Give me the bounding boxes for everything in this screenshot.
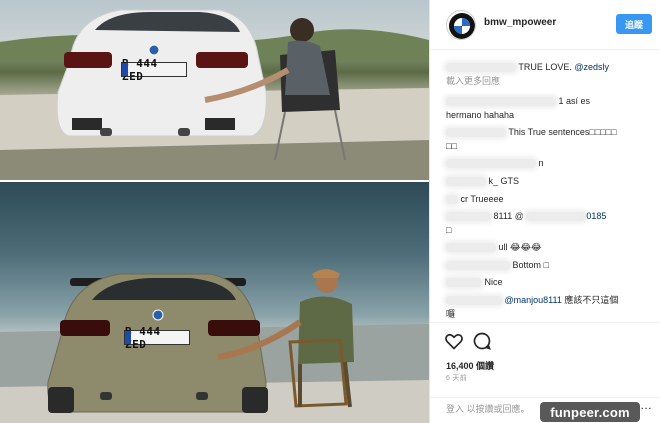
photo-top-white-car: B 444 ZED xyxy=(0,0,429,180)
list-item: @manjou8111 應該不只這個 xyxy=(446,294,656,307)
list-item: hermano hahaha xyxy=(446,110,515,120)
list-item: 1 así es xyxy=(446,95,656,108)
post-photo[interactable]: B 444 ZED B 444 ZED xyxy=(0,0,429,423)
comment-icon[interactable] xyxy=(472,331,492,351)
list-item: 8111 @ 0185 xyxy=(446,210,656,223)
white-car-scene xyxy=(0,9,429,180)
post-side-panel: bmw_mpoweer 追蹤 TRUE LOVE. @zedsly 載入更多回應… xyxy=(429,0,660,423)
plate-text-bottom: B 444 ZED xyxy=(125,324,161,351)
grey-car-scene xyxy=(0,269,429,423)
list-item: 囉 xyxy=(446,309,456,319)
follow-button[interactable]: 追蹤 xyxy=(616,14,652,34)
mention-link[interactable]: @zedsly xyxy=(574,62,609,72)
eu-plate-strip xyxy=(122,63,128,76)
post-timestamp[interactable]: 6 天前 xyxy=(446,373,467,383)
photo-bottom-grey-car: B 444 ZED xyxy=(0,182,429,423)
bmw-logo-icon xyxy=(449,13,475,39)
list-item: Bottom □ xyxy=(446,259,656,272)
username[interactable]: bmw_mpoweer xyxy=(484,17,556,28)
like-count[interactable]: 16,400 個讚 xyxy=(446,359,494,372)
list-item: k_ GTS xyxy=(446,175,656,188)
list-item: □ xyxy=(446,225,452,235)
divider xyxy=(430,397,660,398)
list-item: □□ xyxy=(446,141,457,151)
list-item: n xyxy=(446,157,656,170)
comments-list: TRUE LOVE. @zedsly 載入更多回應 1 así es herma… xyxy=(430,55,660,320)
heart-icon[interactable] xyxy=(444,331,464,351)
login-prompt[interactable]: 登入 以按讚或回應。 xyxy=(446,402,530,415)
more-options-icon[interactable]: … xyxy=(640,398,652,412)
watermark: funpeer.com xyxy=(540,402,640,422)
instagram-post-view: B 444 ZED B 444 ZED bmw_mpoweer 追蹤 TRUE … xyxy=(0,0,660,423)
eu-plate-strip xyxy=(125,331,131,344)
plate-text-top: B 444 ZED xyxy=(122,56,158,83)
license-plate-bottom: B 444 ZED xyxy=(124,325,190,351)
avatar[interactable] xyxy=(446,10,476,40)
list-item: Nice xyxy=(446,276,656,289)
license-plate-top: B 444 ZED xyxy=(121,57,187,83)
list-item: ull 😂😂😂 xyxy=(446,241,656,254)
post-header: bmw_mpoweer 追蹤 xyxy=(430,0,660,50)
mention-link[interactable]: @manjou8111 xyxy=(505,295,562,305)
list-item: TRUE LOVE. @zedsly xyxy=(446,61,656,74)
list-item: cr Trueeee xyxy=(446,193,656,206)
load-more-comments[interactable]: 載入更多回應 xyxy=(446,75,656,88)
list-item: This True sentences□□□□□ xyxy=(446,126,656,139)
